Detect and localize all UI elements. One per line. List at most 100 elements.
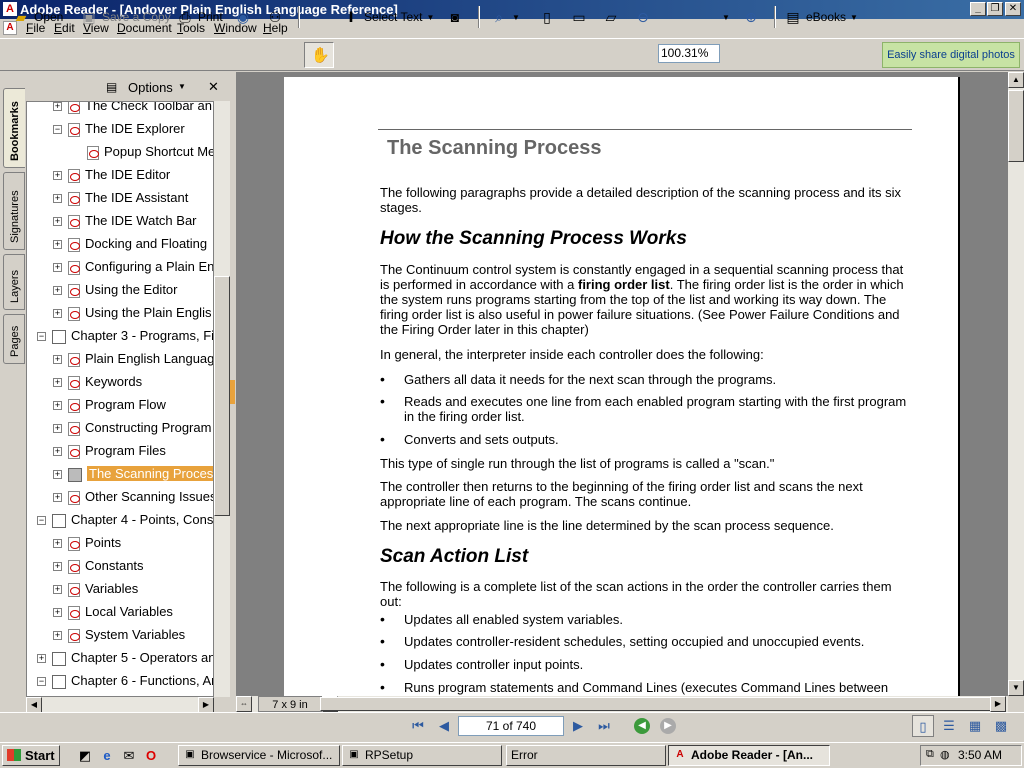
last-page-icon[interactable]: ⏭ bbox=[594, 716, 614, 736]
scroll-right-icon[interactable]: ▶ bbox=[990, 696, 1006, 712]
tab-pages[interactable]: Pages bbox=[3, 314, 25, 364]
expand-icon[interactable]: + bbox=[53, 470, 62, 480]
scroll-right-icon[interactable]: ▶ bbox=[198, 697, 214, 713]
bookmark-item[interactable]: + Plain English Languag bbox=[53, 349, 213, 369]
document-vertical-scrollbar[interactable] bbox=[1008, 72, 1024, 696]
maximize-button[interactable]: ❐ bbox=[987, 2, 1003, 16]
network-icon[interactable]: ⧉ bbox=[926, 748, 934, 761]
start-button[interactable]: Start bbox=[2, 745, 60, 766]
collapse-icon[interactable]: − bbox=[37, 677, 46, 687]
bookmark-item[interactable]: − The IDE Explorer bbox=[53, 119, 185, 139]
continuous-layout-icon[interactable]: ☰ bbox=[938, 715, 960, 737]
page-number-input[interactable]: 71 of 740 bbox=[458, 716, 564, 736]
hand-tool-button[interactable]: ✋ bbox=[304, 42, 334, 68]
scroll-left-icon[interactable]: ◀ bbox=[26, 697, 42, 713]
volume-icon[interactable]: ◍ bbox=[940, 748, 950, 761]
scroll-up-icon[interactable]: ▲ bbox=[1008, 72, 1024, 88]
expand-icon[interactable]: + bbox=[53, 631, 62, 641]
next-page-icon[interactable]: ▶ bbox=[568, 716, 588, 736]
expand-icon[interactable]: + bbox=[37, 654, 46, 664]
bookmark-item[interactable]: + Local Variables bbox=[53, 602, 173, 622]
go-back-icon[interactable]: ◀ bbox=[634, 718, 650, 734]
first-page-icon[interactable]: ⏮ bbox=[408, 716, 428, 736]
previous-page-icon[interactable]: ◀ bbox=[434, 716, 454, 736]
bookmark-chapter[interactable]: − Chapter 6 - Functions, Ar bbox=[37, 671, 213, 691]
expand-icon[interactable]: + bbox=[53, 286, 62, 296]
continuous-facing-layout-icon[interactable]: ▩ bbox=[990, 715, 1012, 737]
email-button[interactable]: ◉ bbox=[234, 6, 252, 28]
expand-icon[interactable]: + bbox=[53, 493, 62, 503]
bookmark-item[interactable]: + Points bbox=[53, 533, 121, 553]
split-handle-icon[interactable]: ⇔ bbox=[236, 696, 252, 712]
single-page-layout-icon[interactable]: ▯ bbox=[912, 715, 934, 737]
fit-width-button[interactable]: ▱ bbox=[602, 6, 620, 28]
zoom-input[interactable]: 100.31% bbox=[658, 44, 720, 63]
expand-icon[interactable]: + bbox=[53, 217, 62, 227]
options-menu[interactable]: Options bbox=[128, 80, 173, 95]
bookmark-scroll-thumb[interactable] bbox=[214, 276, 230, 516]
chevron-down-icon[interactable]: ▼ bbox=[178, 82, 186, 91]
bookmark-chapter[interactable]: − Chapter 3 - Programs, Fil bbox=[37, 326, 213, 346]
collapse-icon[interactable]: − bbox=[37, 516, 46, 526]
expand-icon[interactable]: + bbox=[53, 355, 62, 365]
bookmark-chapter[interactable]: + Chapter 5 - Operators and bbox=[37, 648, 213, 668]
facing-layout-icon[interactable]: ▦ bbox=[964, 715, 986, 737]
close-panel-icon[interactable]: ✕ bbox=[208, 79, 219, 95]
show-desktop-icon[interactable]: ◩ bbox=[76, 747, 94, 765]
expand-icon[interactable]: + bbox=[53, 539, 62, 549]
bookmark-chapter[interactable]: − Chapter 4 - Points, Const bbox=[37, 510, 213, 530]
bookmark-item[interactable]: + Program Flow bbox=[53, 395, 166, 415]
document-scroll-thumb[interactable] bbox=[1008, 90, 1024, 162]
expand-icon[interactable]: + bbox=[53, 562, 62, 572]
expand-icon[interactable]: + bbox=[53, 424, 62, 434]
tab-signatures[interactable]: Signatures bbox=[3, 172, 25, 250]
bookmark-item[interactable]: + Docking and Floating bbox=[53, 234, 207, 254]
zoom-out-button[interactable]: ⊖ bbox=[634, 6, 652, 28]
bookmark-item[interactable]: + Other Scanning Issues bbox=[53, 487, 213, 507]
zoom-dropdown[interactable]: ▼ bbox=[722, 6, 730, 28]
bookmark-item[interactable]: + The IDE Editor bbox=[53, 165, 170, 185]
bookmark-item[interactable]: Popup Shortcut Me bbox=[87, 142, 213, 162]
expand-icon[interactable]: + bbox=[53, 401, 62, 411]
collapse-icon[interactable]: − bbox=[37, 332, 46, 342]
save-copy-button[interactable]: ▣ Save a Copy bbox=[80, 6, 170, 28]
photo-share-ad[interactable]: Easily share digital photos bbox=[882, 42, 1020, 68]
bookmark-item[interactable]: + The Check Toolbar an bbox=[53, 102, 212, 116]
snapshot-button[interactable]: ◙ bbox=[446, 6, 464, 28]
tab-bookmarks[interactable]: Bookmarks bbox=[3, 88, 25, 168]
bookmark-item[interactable]: + Keywords bbox=[53, 372, 142, 392]
bookmark-item[interactable]: + Constants bbox=[53, 556, 144, 576]
document-view[interactable]: The Scanning Process The following parag… bbox=[236, 72, 1008, 696]
bookmark-item[interactable]: + Using the Plain Englis bbox=[53, 303, 211, 323]
zoom-tool-button[interactable]: ⌕ ▼ bbox=[490, 6, 520, 28]
panel-resize-handle[interactable] bbox=[230, 380, 235, 404]
bookmark-item[interactable]: + Variables bbox=[53, 579, 138, 599]
open-button[interactable]: ▰ Open bbox=[12, 6, 64, 28]
expand-icon[interactable]: + bbox=[53, 608, 62, 618]
document-hscroll-thumb[interactable] bbox=[320, 697, 1000, 711]
bookmark-horizontal-scrollbar[interactable] bbox=[26, 697, 214, 713]
taskbar-adobe-reader[interactable]: A Adobe Reader - [An... bbox=[668, 745, 830, 766]
bookmark-item[interactable]: + Program Files bbox=[53, 441, 166, 461]
minimize-button[interactable]: _ bbox=[970, 2, 986, 16]
zoom-in-button[interactable]: ⊕ bbox=[742, 6, 760, 28]
bookmark-item-selected[interactable]: + The Scanning Proces bbox=[53, 464, 213, 484]
bookmark-item[interactable]: + Configuring a Plain En bbox=[53, 257, 213, 277]
bookmark-item[interactable]: + Using the Editor bbox=[53, 280, 178, 300]
expand-icon[interactable]: + bbox=[53, 447, 62, 457]
close-button[interactable]: ✕ bbox=[1005, 2, 1021, 16]
bookmark-item[interactable]: + Constructing Program bbox=[53, 418, 211, 438]
chevron-down-icon[interactable]: ▼ bbox=[850, 13, 858, 22]
taskbar-error[interactable]: Error bbox=[506, 745, 666, 766]
chevron-down-icon[interactable]: ▼ bbox=[426, 13, 434, 22]
expand-icon[interactable]: + bbox=[53, 194, 62, 204]
select-text-button[interactable]: Ⅰ Select Text ▼ bbox=[342, 6, 434, 28]
expand-icon[interactable]: + bbox=[53, 378, 62, 388]
actual-size-button[interactable]: ▯ bbox=[538, 6, 556, 28]
ebooks-button[interactable]: ▤ eBooks ▼ bbox=[784, 6, 858, 28]
chevron-down-icon[interactable]: ▼ bbox=[512, 13, 520, 22]
expand-icon[interactable]: + bbox=[53, 263, 62, 273]
bookmark-item[interactable]: + The IDE Watch Bar bbox=[53, 211, 197, 231]
tab-layers[interactable]: Layers bbox=[3, 254, 25, 310]
internet-explorer-icon[interactable]: e bbox=[98, 747, 116, 765]
